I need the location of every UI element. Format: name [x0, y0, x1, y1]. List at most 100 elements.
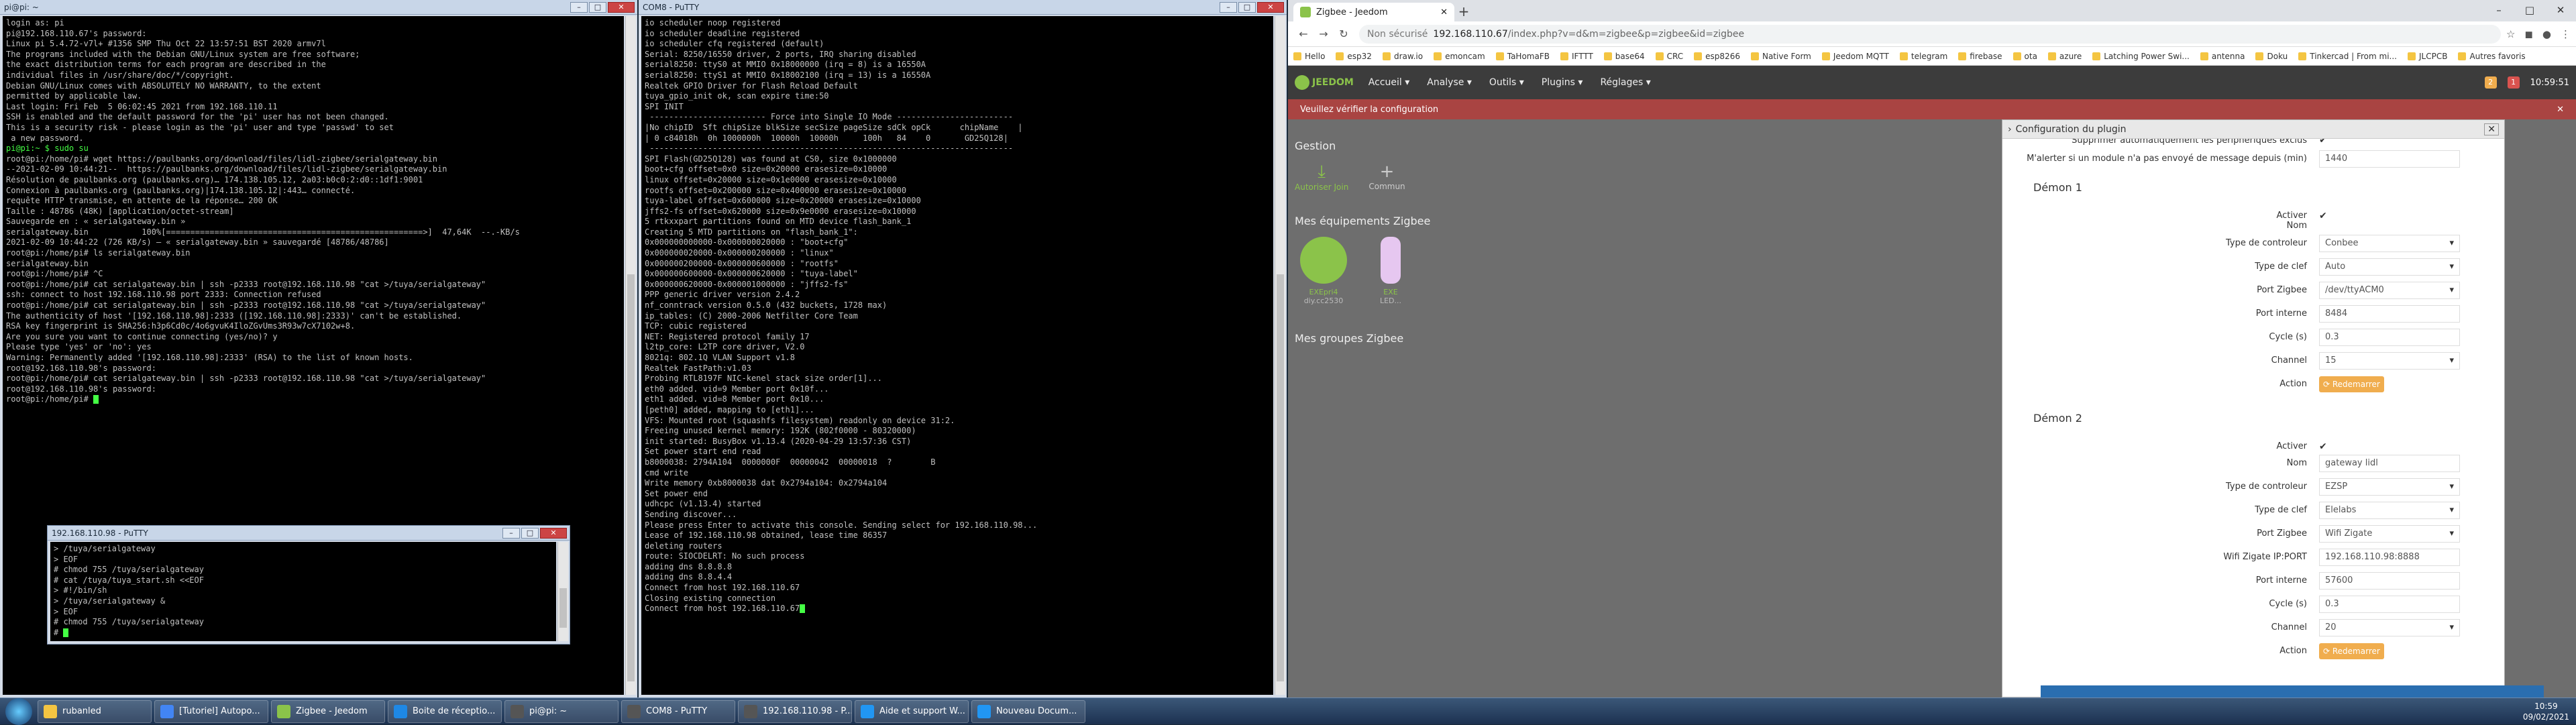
bookmark-item[interactable]: CRC — [1655, 52, 1683, 61]
d2-nom-input[interactable]: gateway lidl — [2319, 454, 2460, 472]
d2-port-select[interactable]: Wifi Zigate — [2319, 524, 2460, 543]
bookmark-item[interactable]: base64 — [1603, 52, 1645, 61]
d2-port-int-input[interactable]: 57600 — [2319, 571, 2460, 590]
taskbar-button[interactable]: Boite de réceptio... — [388, 700, 502, 723]
equipment-card[interactable]: EXE LED... — [1362, 237, 1419, 305]
reload-icon[interactable]: ↻ — [1334, 27, 1354, 40]
d2-type-ctrl-select[interactable]: EZSP — [2319, 478, 2460, 496]
bookmark-item[interactable]: Latching Power Swi... — [2092, 52, 2190, 61]
not-secure-label[interactable]: Non sécurisé — [1367, 29, 1428, 40]
menu-item-4[interactable]: Réglages ▾ — [1600, 77, 1650, 88]
star-icon[interactable]: ☆ — [2506, 28, 2515, 40]
d2-wifi-input[interactable]: 192.168.110.98:8888 — [2319, 548, 2460, 566]
menu-icon[interactable]: ⋮ — [2561, 28, 2571, 40]
menu-item-0[interactable]: Accueil ▾ — [1368, 77, 1409, 88]
bookmark-item[interactable]: IFTTT — [1560, 52, 1593, 61]
d2-channel-select[interactable]: 20 — [2319, 618, 2460, 636]
maximize-icon[interactable]: □ — [521, 527, 539, 539]
d1-restart-button[interactable]: ⟳ Redemarrer — [2319, 376, 2384, 392]
menu-item-1[interactable]: Analyse ▾ — [1427, 77, 1472, 88]
taskbar-button[interactable]: Aide et support W... — [855, 700, 969, 723]
close-icon[interactable]: ✕ — [608, 1, 635, 13]
bookmark-item[interactable]: Tinkercad | From mi... — [2298, 52, 2397, 61]
forward-icon[interactable]: → — [1313, 27, 1334, 40]
alert-timeout-input[interactable]: 1440 — [2319, 150, 2460, 168]
close-icon[interactable]: ✕ — [2545, 0, 2576, 20]
autojoin-button[interactable]: ⤓ Autoriser Join — [1295, 162, 1348, 192]
putty-com8-scrollbar[interactable] — [1275, 16, 1285, 695]
bookmark-item[interactable]: draw.io — [1382, 52, 1423, 61]
d1-port-int-input[interactable]: 8484 — [2319, 304, 2460, 323]
maximize-icon[interactable]: □ — [589, 1, 606, 13]
close-icon[interactable]: ✕ — [540, 527, 567, 539]
d2-cycle-input[interactable]: 0.3 — [2319, 595, 2460, 613]
minimize-icon[interactable]: – — [502, 527, 520, 539]
bookmark-item[interactable]: ota — [2012, 52, 2037, 61]
taskbar-button[interactable]: [Tutoriel] Autopo... — [154, 700, 268, 723]
bookmark-item[interactable]: telegram — [1899, 52, 1947, 61]
bookmark-item[interactable]: esp32 — [1336, 52, 1372, 61]
bookmark-item[interactable]: Autres favoris — [2458, 52, 2526, 61]
putty-gateway-titlebar[interactable]: 192.168.110.98 - PuTTY – □ ✕ — [48, 526, 570, 541]
browser-window[interactable]: Zigbee - Jeedom ✕ + – □ ✕ ← → ↻ Non sécuri… — [1288, 0, 2576, 698]
d1-cycle-input[interactable]: 0.3 — [2319, 328, 2460, 346]
auto-delete-checkbox[interactable]: ✔ — [2319, 139, 2460, 146]
bookmark-item[interactable]: Native Form — [1750, 52, 1811, 61]
profile-icon[interactable]: ● — [2542, 28, 2551, 40]
bookmark-item[interactable]: TaHomaFB — [1495, 52, 1550, 61]
maximize-icon[interactable]: □ — [2514, 0, 2545, 20]
menu-item-2[interactable]: Outils ▾ — [1489, 77, 1524, 88]
close-icon[interactable]: ✕ — [1257, 1, 1284, 13]
putty-main-titlebar[interactable]: pi@pi: ~ – □ ✕ — [0, 0, 637, 15]
putty-window-com8[interactable]: COM8 - PuTTY – □ ✕ io scheduler noop regis… — [639, 0, 1287, 698]
d1-channel-select[interactable]: 15 — [2319, 351, 2460, 370]
alert-badge[interactable]: 1 — [2507, 76, 2520, 89]
bookmark-item[interactable]: Jeedom MQTT — [1821, 52, 1889, 61]
back-icon[interactable]: ← — [1293, 27, 1313, 40]
d1-activer-checkbox[interactable]: ✔ — [2319, 211, 2460, 221]
url-field[interactable]: Non sécurisé 192.168.110.67/index.php?v=… — [1359, 24, 2501, 44]
taskbar-button[interactable]: 192.168.110.98 - P... — [738, 700, 852, 723]
bookmark-item[interactable]: Doku — [2255, 52, 2288, 61]
commun-button[interactable]: + Commun — [1368, 162, 1405, 191]
putty-gateway-scrollbar[interactable] — [557, 542, 568, 641]
putty-gateway-terminal[interactable]: > /tuya/serialgateway > EOF # chmod 755 /t… — [50, 542, 556, 641]
taskbar-button[interactable]: COM8 - PuTTY — [621, 700, 735, 723]
jeedom-logo[interactable]: JEEDOM — [1295, 75, 1354, 90]
putty-com8-terminal[interactable]: io scheduler noop registered io scheduler… — [641, 16, 1273, 695]
new-tab-icon[interactable]: + — [1454, 3, 1473, 21]
message-badge[interactable]: 2 — [2484, 76, 2497, 89]
extension-icon[interactable]: ◼ — [2524, 28, 2532, 40]
bookmark-item[interactable]: JLCPCB — [2408, 52, 2447, 61]
close-icon[interactable]: ✕ — [2557, 105, 2564, 115]
system-clock[interactable]: 10:59 09/02/2021 — [2523, 701, 2569, 722]
minimize-icon[interactable]: – — [2483, 0, 2514, 20]
d1-port-select[interactable]: /dev/ttyACM0 — [2319, 281, 2460, 299]
putty-window-gateway[interactable]: 192.168.110.98 - PuTTY – □ ✕ > /tuya/seria… — [47, 525, 570, 645]
d1-type-clef-select[interactable]: Auto — [2319, 258, 2460, 276]
taskbar-button[interactable]: Nouveau Docum... — [971, 700, 1085, 723]
equipment-card[interactable]: EXEpri4 diy.cc2530 — [1295, 237, 1352, 305]
close-icon[interactable]: ✕ — [2484, 123, 2499, 135]
putty-main-scrollbar[interactable] — [625, 16, 636, 695]
bookmark-item[interactable]: azure — [2047, 52, 2082, 61]
d2-type-clef-select[interactable]: Elelabs — [2319, 501, 2460, 519]
taskbar-button[interactable]: Zigbee - Jeedom — [271, 700, 385, 723]
plugin-config-modal[interactable]: › Configuration du plugin ✕ Supprimer au… — [2002, 119, 2505, 698]
taskbar-button[interactable]: pi@pi: ~ — [504, 700, 619, 723]
minimize-icon[interactable]: – — [570, 1, 588, 13]
bookmark-item[interactable]: Hello — [1293, 52, 1325, 61]
bookmark-item[interactable]: esp8266 — [1694, 52, 1740, 61]
bookmark-item[interactable]: emoncam — [1434, 52, 1485, 61]
d2-restart-button[interactable]: ⟳ Redemarrer — [2319, 643, 2384, 659]
minimize-icon[interactable]: – — [1220, 1, 1237, 13]
taskbar-button[interactable]: rubanled — [38, 700, 152, 723]
start-button[interactable] — [5, 698, 32, 725]
tab-close-icon[interactable]: ✕ — [1440, 7, 1448, 17]
d2-activer-checkbox[interactable]: ✔ — [2319, 441, 2460, 452]
bookmark-item[interactable]: firebase — [1958, 52, 2002, 61]
putty-com8-titlebar[interactable]: COM8 - PuTTY – □ ✕ — [639, 0, 1287, 15]
d1-type-ctrl-select[interactable]: Conbee — [2319, 234, 2460, 252]
bookmark-item[interactable]: antenna — [2200, 52, 2245, 61]
maximize-icon[interactable]: □ — [1238, 1, 1256, 13]
